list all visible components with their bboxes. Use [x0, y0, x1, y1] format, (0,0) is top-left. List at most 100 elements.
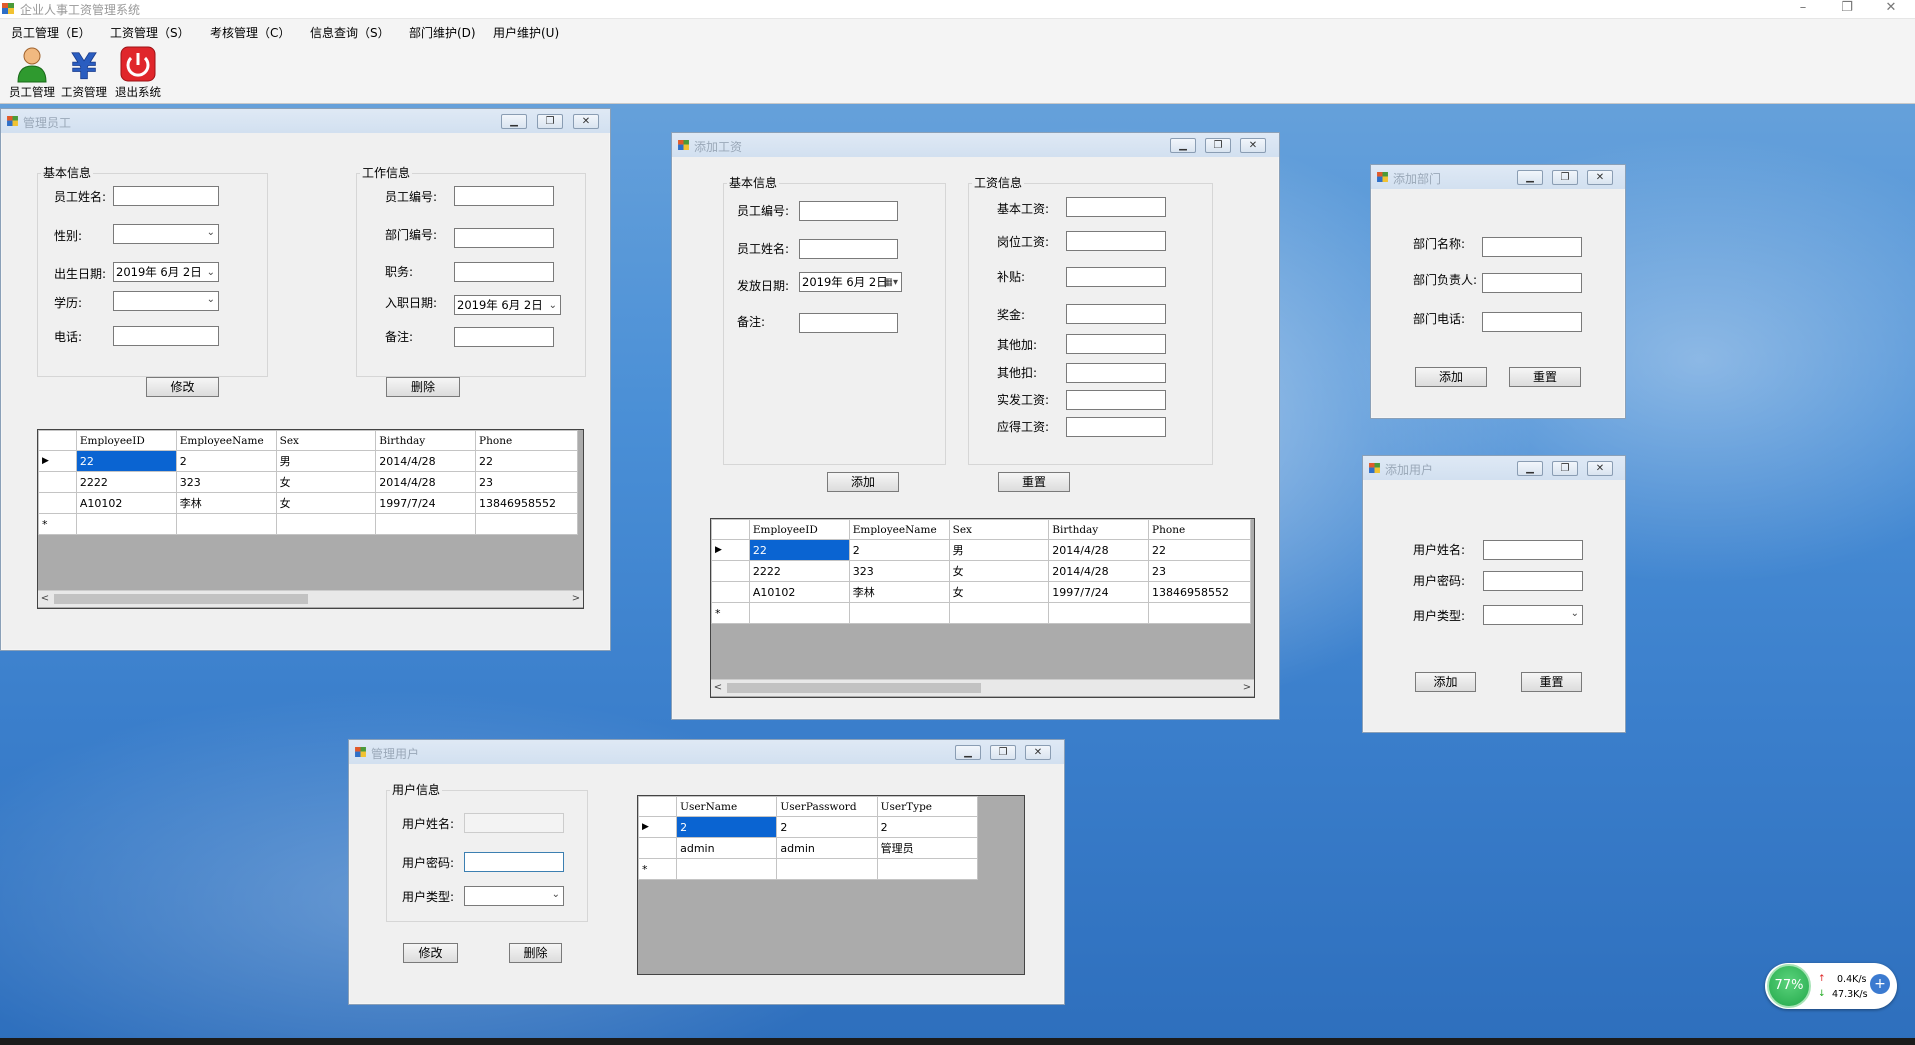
table-cell[interactable]: 23 [1148, 560, 1251, 582]
table-cell[interactable] [1148, 602, 1251, 624]
salary-employee-grid[interactable]: EmployeeID EmployeeName Sex Birthday Pho… [710, 518, 1255, 698]
menu-department[interactable]: 部门维护(D) [409, 24, 476, 41]
reset-button[interactable]: 重置 [1509, 367, 1581, 387]
payable-salary-input[interactable] [1066, 417, 1166, 437]
new-row[interactable]: * [638, 858, 979, 880]
close-icon[interactable]: ✕ [1587, 461, 1613, 476]
toolbar-salary-button[interactable]: ¥ 工资管理 [58, 46, 110, 100]
restore-icon[interactable]: ❐ [1205, 138, 1231, 153]
education-select[interactable]: ⌄ [113, 291, 219, 311]
table-cell[interactable] [275, 513, 377, 535]
horizontal-scrollbar[interactable]: < > [38, 590, 583, 607]
table-cell[interactable]: admin [676, 837, 778, 859]
subsidy-input[interactable] [1066, 267, 1166, 287]
add-button[interactable]: 添加 [827, 472, 899, 492]
table-cell[interactable] [75, 513, 177, 535]
column-header[interactable]: Phone [475, 430, 578, 451]
scroll-right-icon[interactable]: > [569, 591, 583, 607]
toolbar-exit-button[interactable]: 退出系统 [112, 46, 164, 100]
employee-grid[interactable]: EmployeeID EmployeeName Sex Birthday Pho… [37, 429, 584, 609]
column-header[interactable]: UserPassword [776, 796, 878, 817]
user-password-input[interactable] [1483, 571, 1583, 591]
scroll-right-icon[interactable]: > [1240, 680, 1254, 696]
column-header[interactable]: UserName [676, 796, 778, 817]
table-cell[interactable]: A10102 [75, 492, 177, 514]
table-cell[interactable] [1048, 602, 1150, 624]
table-cell[interactable] [475, 513, 578, 535]
delete-button[interactable]: 删除 [386, 377, 460, 397]
memory-usage-badge[interactable]: 77% [1767, 964, 1811, 1008]
employee-no-input[interactable] [799, 201, 898, 221]
column-header[interactable]: UserType [876, 796, 979, 817]
menu-employee[interactable]: 员工管理（E） [11, 24, 91, 41]
table-cell[interactable] [776, 858, 878, 880]
other-deduct-input[interactable] [1066, 363, 1166, 383]
table-cell[interactable] [748, 602, 850, 624]
dept-phone-input[interactable] [1482, 312, 1582, 332]
table-row[interactable]: ▶ 22 2 男 2014/4/28 22 [38, 450, 578, 472]
scroll-left-icon[interactable]: < [711, 680, 725, 696]
pay-date-picker[interactable]: 2019年 6月 2日 ▦▾ [799, 272, 902, 292]
add-icon[interactable]: + [1870, 974, 1890, 994]
table-cell[interactable]: 女 [948, 560, 1050, 582]
reset-button[interactable]: 重置 [1521, 672, 1582, 692]
minimize-icon[interactable]: ▁ [501, 114, 527, 129]
table-cell[interactable]: 2 [676, 816, 778, 838]
restore-icon[interactable]: ❐ [1552, 461, 1578, 476]
employee-name-input[interactable] [113, 186, 219, 206]
table-cell[interactable]: 323 [848, 560, 950, 582]
table-cell[interactable]: 2014/4/28 [375, 471, 477, 493]
table-cell[interactable]: 男 [948, 539, 1050, 561]
user-name-input[interactable] [1483, 540, 1583, 560]
table-cell[interactable]: 13846958552 [1148, 581, 1251, 603]
base-salary-input[interactable] [1066, 197, 1166, 217]
minimize-icon[interactable]: ▁ [955, 745, 981, 760]
reset-button[interactable]: 重置 [998, 472, 1070, 492]
user-grid[interactable]: UserName UserPassword UserType ▶ 2 2 2 a… [637, 795, 1025, 975]
close-button[interactable]: ✕ [1876, 0, 1906, 18]
actual-salary-input[interactable] [1066, 390, 1166, 410]
table-cell[interactable] [375, 513, 477, 535]
user-type-select[interactable]: ⌄ [464, 886, 564, 906]
table-row[interactable]: A10102 李林 女 1997/7/24 13846958552 [711, 581, 1251, 603]
restore-icon[interactable]: ❐ [537, 114, 563, 129]
column-header[interactable]: Birthday [1048, 519, 1150, 540]
dept-manager-input[interactable] [1482, 273, 1582, 293]
modify-button[interactable]: 修改 [403, 943, 458, 963]
menu-query[interactable]: 信息查询（S） [310, 24, 390, 41]
user-type-select[interactable]: ⌄ [1483, 605, 1583, 625]
table-cell[interactable]: 2 [175, 450, 277, 472]
restore-icon[interactable]: ❐ [990, 745, 1016, 760]
close-icon[interactable]: ✕ [1025, 745, 1051, 760]
table-cell[interactable]: 2014/4/28 [1048, 539, 1150, 561]
table-cell[interactable]: 23 [475, 471, 578, 493]
minimize-icon[interactable]: ▁ [1517, 461, 1543, 476]
table-cell[interactable]: 李林 [175, 492, 277, 514]
column-header[interactable]: Phone [1148, 519, 1251, 540]
close-icon[interactable]: ✕ [1587, 170, 1613, 185]
column-header[interactable]: EmployeeName [848, 519, 950, 540]
user-name-input[interactable] [464, 813, 564, 833]
table-row[interactable]: ▶ 22 2 男 2014/4/28 22 [711, 539, 1251, 561]
table-cell[interactable] [676, 858, 778, 880]
table-cell[interactable]: A10102 [748, 581, 850, 603]
table-cell[interactable]: 2222 [75, 471, 177, 493]
table-cell[interactable]: 13846958552 [475, 492, 578, 514]
dept-name-input[interactable] [1482, 237, 1582, 257]
table-cell[interactable]: 女 [275, 471, 377, 493]
horizontal-scrollbar[interactable]: < > [711, 679, 1254, 696]
close-icon[interactable]: ✕ [1240, 138, 1266, 153]
table-row[interactable]: A10102 李林 女 1997/7/24 13846958552 [38, 492, 578, 514]
new-row[interactable]: * [711, 602, 1251, 624]
column-header[interactable]: EmployeeName [175, 430, 277, 451]
table-cell[interactable]: 22 [748, 539, 850, 561]
table-cell[interactable]: 2014/4/28 [375, 450, 477, 472]
table-row[interactable]: 2222 323 女 2014/4/28 23 [711, 560, 1251, 582]
birth-date-picker[interactable]: 2019年 6月 2日 ⌄ [113, 262, 219, 282]
bonus-input[interactable] [1066, 304, 1166, 324]
restore-icon[interactable]: ❐ [1552, 170, 1578, 185]
column-header[interactable]: Sex [948, 519, 1050, 540]
table-cell[interactable]: 女 [275, 492, 377, 514]
table-cell[interactable] [948, 602, 1050, 624]
column-header[interactable]: Sex [275, 430, 377, 451]
